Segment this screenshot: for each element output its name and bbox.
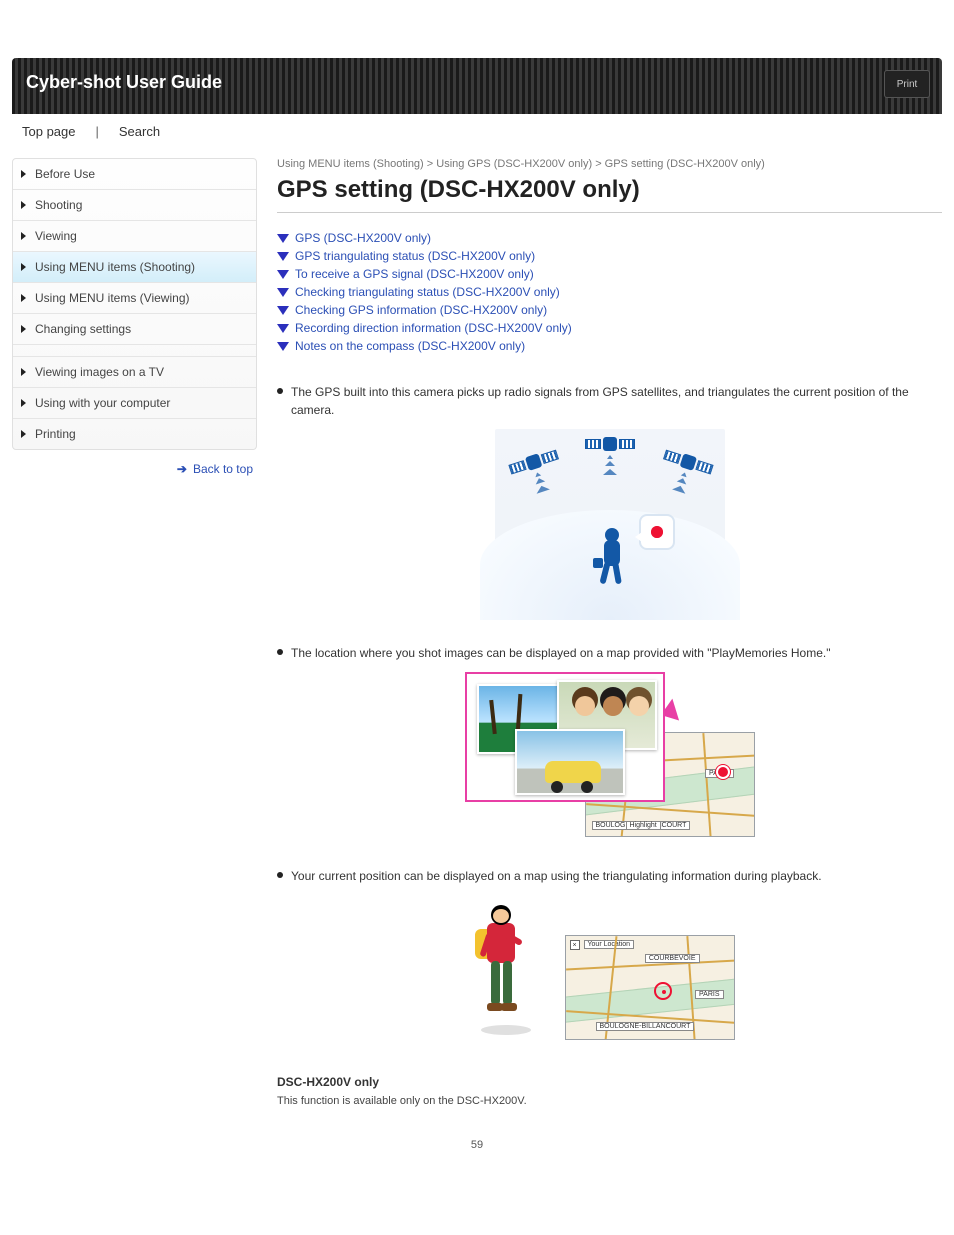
- figure-current-location: × Your Location COURBEVOIE PARIS BOULOGN…: [277, 895, 942, 1045]
- hiker-icon: [465, 905, 535, 1035]
- anchor-link[interactable]: To receive a GPS signal (DSC-HX200V only…: [295, 267, 534, 281]
- section-gps-overview: The GPS built into this camera picks up …: [277, 383, 942, 1045]
- sidebar-item-menu-viewing[interactable]: Using MENU items (Viewing): [13, 283, 256, 314]
- bullet-icon: [277, 649, 283, 655]
- model-note-heading: DSC-HX200V only: [277, 1075, 942, 1089]
- back-to-top-label: Back to top: [193, 462, 253, 476]
- sidebar-item-label: Printing: [35, 427, 76, 441]
- location-circle-icon: [654, 982, 672, 1000]
- anchor-link[interactable]: GPS triangulating status (DSC-HX200V onl…: [295, 249, 535, 263]
- top-page-link[interactable]: Top page: [22, 124, 76, 139]
- bullet-icon: [277, 872, 283, 878]
- sidebar-item-computer[interactable]: Using with your computer: [13, 388, 256, 419]
- header-bar: Cyber-shot User Guide Print: [12, 58, 942, 114]
- anchor-link[interactable]: Checking triangulating status (DSC-HX200…: [295, 285, 560, 299]
- sidebar-item-label: Using MENU items (Viewing): [35, 291, 189, 305]
- sidebar-item-changing-settings[interactable]: Changing settings: [13, 314, 256, 345]
- bullet-icon: [277, 388, 283, 394]
- sidebar-menu: Before Use Shooting Viewing Using MENU i…: [12, 158, 257, 450]
- sidebar-item-label: Using with your computer: [35, 396, 170, 410]
- body-text: The location where you shot images can b…: [291, 644, 830, 662]
- hiker-map-illustration: × Your Location COURBEVOIE PARIS BOULOGN…: [465, 895, 755, 1045]
- body-text: The GPS built into this camera picks up …: [291, 383, 942, 419]
- arrow-right-icon: ➔: [177, 462, 187, 476]
- sidebar-spacer: [13, 345, 256, 357]
- map-label: BOULOGNE-BILLANCOURT: [596, 1022, 695, 1031]
- photo-thumb: [515, 729, 625, 795]
- sidebar-item-label: Viewing images on a TV: [35, 365, 164, 379]
- satellite-icon: [660, 444, 715, 482]
- map-label: Highlight: [626, 821, 661, 830]
- map-label: Your Location: [584, 940, 635, 949]
- model-note-text: This function is available only on the D…: [277, 1095, 942, 1107]
- back-to-top-link[interactable]: ➔ Back to top: [12, 462, 257, 476]
- figure-gps-satellites: [277, 429, 942, 614]
- triangle-down-icon: [277, 270, 289, 279]
- triangle-down-icon: [277, 252, 289, 261]
- person-icon: [587, 528, 629, 588]
- satellite-icon: [585, 433, 635, 457]
- main-content: Using MENU items (Shooting) > Using GPS …: [277, 158, 942, 1107]
- body-text: Your current position can be displayed o…: [291, 867, 822, 885]
- anchor-link[interactable]: GPS (DSC-HX200V only): [295, 231, 431, 245]
- sidebar-item-label: Before Use: [35, 167, 95, 181]
- print-button[interactable]: Print: [884, 70, 930, 98]
- triangle-down-icon: [277, 288, 289, 297]
- sidebar-item-printing[interactable]: Printing: [13, 419, 256, 449]
- anchor-link[interactable]: Recording direction information (DSC-HX2…: [295, 321, 572, 335]
- triangle-down-icon: [277, 324, 289, 333]
- sidebar-item-menu-shooting[interactable]: Using MENU items (Shooting): [13, 252, 256, 283]
- page-number: 59: [471, 1139, 483, 1151]
- figure-photos-map: PARIS BOULOGNE-BILLANCOURT Highlight: [277, 672, 942, 837]
- sidebar-item-viewing[interactable]: Viewing: [13, 221, 256, 252]
- map-label: COURBEVOIE: [645, 954, 700, 963]
- map-panel: × Your Location COURBEVOIE PARIS BOULOGN…: [565, 935, 735, 1040]
- satellite-icon: [506, 444, 561, 482]
- page-title: GPS setting (DSC-HX200V only): [277, 176, 942, 213]
- map-label: PARIS: [695, 990, 724, 999]
- product-title: Cyber-shot User Guide: [12, 58, 942, 93]
- sidebar-item-label: Shooting: [35, 198, 82, 212]
- sidebar: Before Use Shooting Viewing Using MENU i…: [12, 158, 257, 1107]
- anchor-link[interactable]: Notes on the compass (DSC-HX200V only): [295, 339, 525, 353]
- triangle-down-icon: [277, 342, 289, 351]
- photo-group: [465, 672, 665, 802]
- sidebar-item-label: Using MENU items (Shooting): [35, 260, 195, 274]
- gps-illustration: [495, 429, 725, 614]
- sidebar-item-shooting[interactable]: Shooting: [13, 190, 256, 221]
- sidebar-item-label: Changing settings: [35, 322, 131, 336]
- close-icon: ×: [570, 940, 580, 950]
- anchor-list: GPS (DSC-HX200V only) GPS triangulating …: [277, 231, 942, 353]
- sidebar-item-before-use[interactable]: Before Use: [13, 159, 256, 190]
- triangle-down-icon: [277, 306, 289, 315]
- anchor-link[interactable]: Checking GPS information (DSC-HX200V onl…: [295, 303, 547, 317]
- photos-map-illustration: PARIS BOULOGNE-BILLANCOURT Highlight: [465, 672, 755, 837]
- search-link[interactable]: Search: [119, 124, 160, 139]
- sub-header: Top page | Search: [12, 114, 942, 148]
- breadcrumb: Using MENU items (Shooting) > Using GPS …: [277, 158, 942, 170]
- sidebar-item-tv[interactable]: Viewing images on a TV: [13, 357, 256, 388]
- model-note-block: DSC-HX200V only This function is availab…: [277, 1075, 942, 1107]
- triangle-down-icon: [277, 234, 289, 243]
- map-pin-icon: [718, 767, 728, 777]
- sidebar-item-label: Viewing: [35, 229, 77, 243]
- separator: |: [96, 124, 99, 139]
- location-balloon: [639, 514, 675, 550]
